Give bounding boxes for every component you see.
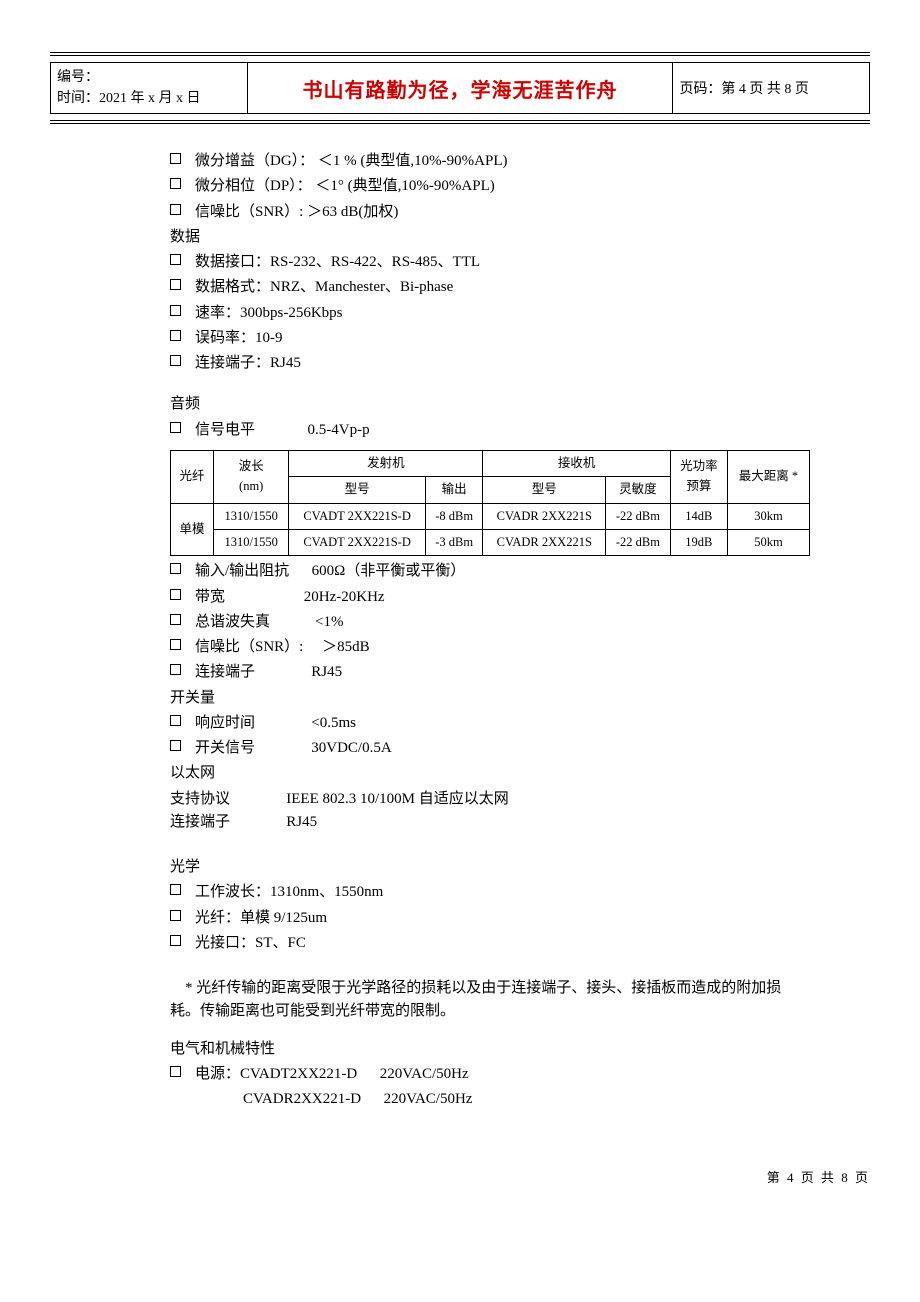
table-row: 单模 1310/1550 CVADT 2XX221S-D -8 dBm CVAD…: [171, 503, 810, 529]
spec-dp: 微分相位（DP）： ＜1° (典型值,10%-90%APL): [170, 175, 870, 198]
th-transmitter: 发射机: [289, 450, 483, 476]
cell-txmodel-1: CVADT 2XX221S-D: [289, 503, 426, 529]
page: 编号： 时间：2021 年 x 月 x 日 书山有路勤为径，学海无涯苦作舟 页码…: [0, 0, 920, 1131]
fiber-spec-table: 光纤 波长 (nm) 发射机 接收机 光功率 预算 最大距离 * 型号 输出 型…: [170, 450, 810, 557]
switch-list: 响应时间 <0.5ms 开关信号 30VDC/0.5A: [170, 712, 870, 761]
video-list: 微分增益（DG）： ＜1 % (典型值,10%-90%APL) 微分相位（DP）…: [170, 150, 870, 224]
cell-txout-2: -3 dBm: [425, 529, 483, 555]
cell-dist-2: 50km: [727, 529, 809, 555]
section-audio-title: 音频: [170, 393, 870, 416]
spec-audio-level: 信号电平 0.5-4Vp-p: [170, 419, 870, 442]
th-fiber-text: 光纤: [177, 467, 207, 486]
audio-list-1: 信号电平 0.5-4Vp-p: [170, 419, 870, 442]
th-fiber: 光纤: [171, 450, 214, 503]
fiber-note: * 光纤传输的距离受限于光学路径的损耗以及由于连接端子、接头、接插板而造成的附加…: [170, 977, 810, 1024]
spec-port: 光接口：ST、FC: [170, 932, 870, 955]
cell-budget-2: 19dB: [670, 529, 727, 555]
cell-budget-1: 14dB: [670, 503, 727, 529]
page-footer: 第 4 页 共 8 页: [0, 1167, 920, 1186]
spec-switch-resp: 响应时间 <0.5ms: [170, 712, 870, 735]
elec-list: 电源：CVADT2XX221-D 220VAC/50Hz: [170, 1063, 870, 1086]
cell-txmodel-2: CVADT 2XX221S-D: [289, 529, 426, 555]
section-optics-title: 光学: [170, 856, 870, 879]
spec-video-snr: 信噪比（SNR）: ＞63 dB(加权): [170, 201, 870, 224]
spec-power-2: CVADR2XX221-D 220VAC/50Hz: [170, 1088, 870, 1111]
th-maxdist: 最大距离 *: [727, 450, 809, 503]
th-wavelength: 波长 (nm): [214, 450, 289, 503]
section-eth-title: 以太网: [170, 762, 870, 785]
th-receiver: 接收机: [483, 450, 670, 476]
under-header-rule-1: [50, 120, 870, 121]
header-left-cell: 编号： 时间：2021 年 x 月 x 日: [51, 63, 248, 114]
section-elec-title: 电气和机械特性: [170, 1038, 870, 1061]
page-code: 页码：第 4 页 共 8 页: [679, 82, 809, 97]
content-block-2: 输入/输出阻抗 600Ω（非平衡或平衡） 带宽 20Hz-20KHz 总谐波失真…: [50, 560, 870, 971]
top-rule-1: [50, 52, 870, 53]
content-block-3: 电气和机械特性 电源：CVADT2XX221-D 220VAC/50Hz CVA…: [50, 1030, 870, 1112]
spec-impedance: 输入/输出阻抗 600Ω（非平衡或平衡）: [170, 560, 870, 583]
section-data-title: 数据: [170, 226, 870, 249]
spec-dg: 微分增益（DG）： ＜1 % (典型值,10%-90%APL): [170, 150, 870, 173]
spec-thd: 总谐波失真 <1%: [170, 611, 870, 634]
cell-rxsens-2: -22 dBm: [606, 529, 671, 555]
spec-bandwidth: 带宽 20Hz-20KHz: [170, 586, 870, 609]
spec-switch-sig: 开关信号 30VDC/0.5A: [170, 737, 870, 760]
optics-list: 工作波长：1310nm、1550nm 光纤：单模 9/125um 光接口：ST、…: [170, 881, 870, 955]
header-center-cell: 书山有路勤为径，学海无涯苦作舟: [247, 63, 673, 114]
th-budget-bot: 预算: [677, 477, 721, 496]
doc-number: 编号：: [57, 67, 241, 88]
spec-power-1: 电源：CVADT2XX221-D 220VAC/50Hz: [170, 1063, 870, 1086]
cell-txout-1: -8 dBm: [425, 503, 483, 529]
spec-audio-conn: 连接端子 RJ45: [170, 661, 870, 684]
th-budget-top: 光功率: [677, 457, 721, 476]
content-table-wrap: 光纤 波长 (nm) 发射机 接收机 光功率 预算 最大距离 * 型号 输出 型…: [50, 450, 870, 557]
header-motto: 书山有路勤为径，学海无涯苦作舟: [302, 80, 617, 102]
cell-fiber-mode: 单模: [171, 503, 214, 556]
th-rx-model: 型号: [483, 477, 606, 503]
table-header-row-1: 光纤 波长 (nm) 发射机 接收机 光功率 预算 最大距离 *: [171, 450, 810, 476]
th-wave-bot: (nm): [220, 477, 282, 496]
header-right-cell: 页码：第 4 页 共 8 页: [673, 63, 870, 114]
audio-list-2: 输入/输出阻抗 600Ω（非平衡或平衡） 带宽 20Hz-20KHz 总谐波失真…: [170, 560, 870, 684]
note-wrap: * 光纤传输的距离受限于光学路径的损耗以及由于连接端子、接头、接插板而造成的附加…: [50, 977, 870, 1024]
spec-eth-conn: 连接端子 RJ45: [170, 811, 870, 834]
cell-rxsens-1: -22 dBm: [606, 503, 671, 529]
cell-dist-1: 30km: [727, 503, 809, 529]
under-header-rule-2: [50, 123, 870, 124]
spec-audio-snr: 信噪比（SNR）: ＞85dB: [170, 636, 870, 659]
spec-ber: 误码率：10-9: [170, 327, 870, 350]
data-list: 数据接口：RS-232、RS-422、RS-485、TTL 数据格式：NRZ、M…: [170, 251, 870, 375]
cell-rxmodel-2: CVADR 2XX221S: [483, 529, 606, 555]
spec-rate: 速率：300bps-256Kbps: [170, 302, 870, 325]
spec-fiber: 光纤：单模 9/125um: [170, 907, 870, 930]
spec-data-conn: 连接端子：RJ45: [170, 352, 870, 375]
th-wave-top: 波长: [220, 457, 282, 476]
th-budget: 光功率 预算: [670, 450, 727, 503]
cell-wave-2: 1310/1550: [214, 529, 289, 555]
th-tx-model: 型号: [289, 477, 426, 503]
th-rx-sens: 灵敏度: [606, 477, 671, 503]
header-box: 编号： 时间：2021 年 x 月 x 日 书山有路勤为径，学海无涯苦作舟 页码…: [50, 62, 870, 114]
spec-interface: 数据接口：RS-232、RS-422、RS-485、TTL: [170, 251, 870, 274]
spec-wavelength: 工作波长：1310nm、1550nm: [170, 881, 870, 904]
content-block-1: 微分增益（DG）： ＜1 % (典型值,10%-90%APL) 微分相位（DP）…: [50, 126, 870, 442]
section-switch-title: 开关量: [170, 687, 870, 710]
th-tx-out: 输出: [425, 477, 483, 503]
spec-format: 数据格式：NRZ、Manchester、Bi-phase: [170, 276, 870, 299]
table-row: 1310/1550 CVADT 2XX221S-D -3 dBm CVADR 2…: [171, 529, 810, 555]
spec-eth-proto: 支持协议 IEEE 802.3 10/100M 自适应以太网: [170, 788, 870, 811]
top-rule-2: [50, 55, 870, 56]
doc-time: 时间：2021 年 x 月 x 日: [57, 88, 241, 109]
cell-wave-1: 1310/1550: [214, 503, 289, 529]
cell-rxmodel-1: CVADR 2XX221S: [483, 503, 606, 529]
